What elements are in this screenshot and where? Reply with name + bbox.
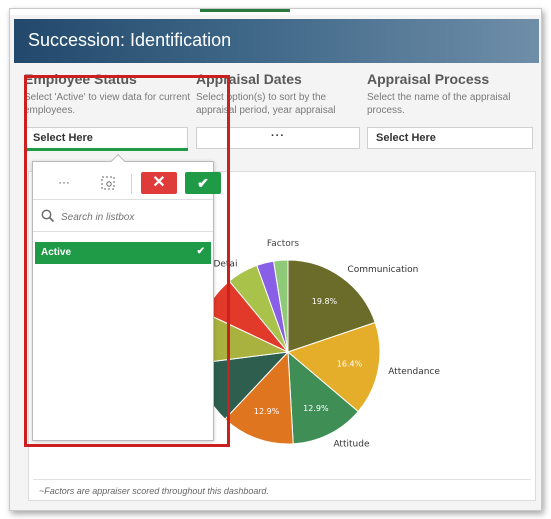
slice-value-label: 12.9% — [254, 407, 280, 416]
app-window: Succession: Identification Employee Stat… — [9, 8, 542, 511]
highlight-annotation — [24, 75, 230, 447]
slice-value-label: 16.4% — [337, 360, 363, 369]
filter-title: Appraisal Process — [367, 71, 490, 87]
slice-category-label: Attitude — [333, 439, 370, 449]
chart-footnote: ~Factors are appraiser scored throughout… — [39, 486, 269, 496]
sheet-header: Succession: Identification — [14, 19, 539, 63]
filter-appraisal-process: Appraisal Process Select the name of the… — [367, 71, 535, 117]
filter-description: Select the name of the appraisal process… — [367, 92, 511, 116]
slice-category-label: Attendance — [388, 367, 440, 377]
slice-value-label: 19.8% — [312, 297, 338, 306]
page-title: Succession: Identification — [28, 30, 232, 50]
slice-category-label: Communication — [347, 265, 418, 275]
tab-accent — [200, 9, 290, 12]
select-label: Select Here — [376, 132, 436, 144]
slice-value-label: 12.9% — [303, 404, 329, 413]
chart-title: Factors — [267, 239, 300, 249]
top-strip — [10, 9, 541, 15]
appraisal-process-select[interactable]: Select Here — [367, 127, 533, 149]
footnote-divider — [33, 479, 531, 480]
